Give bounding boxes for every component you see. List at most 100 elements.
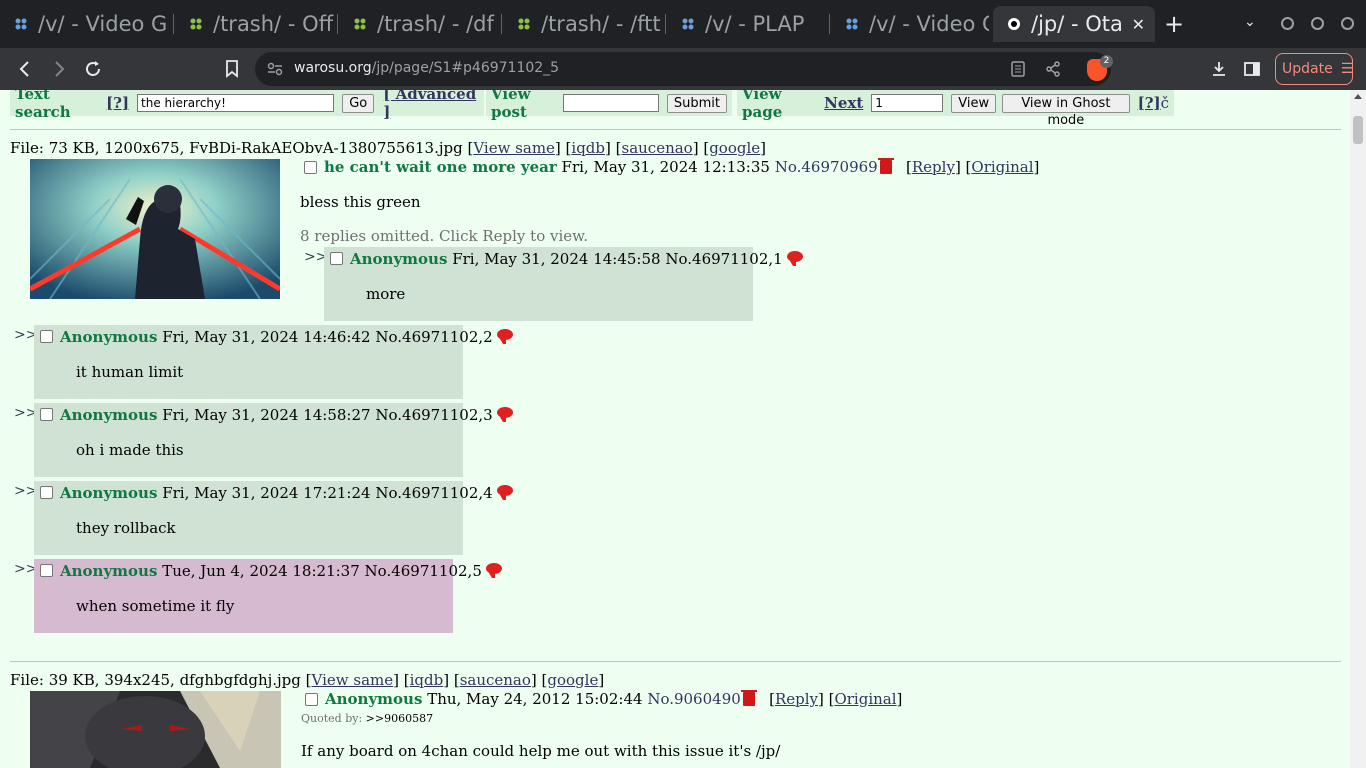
- tab-title: /v/ - PLAP: [705, 12, 805, 36]
- minimize-window-icon[interactable]: [1281, 17, 1294, 30]
- post-body: more: [366, 285, 406, 303]
- ghost-help-link[interactable]: [?]: [1138, 94, 1161, 112]
- tab-6[interactable]: /v/ - Video G: [831, 6, 989, 42]
- close-tab-icon[interactable]: ✕: [1132, 15, 1145, 34]
- jp-favicon-icon: [1008, 18, 1020, 30]
- original-link[interactable]: Original: [971, 158, 1033, 176]
- scroll-thumb[interactable]: [1353, 116, 1363, 144]
- go-button[interactable]: Go: [342, 93, 375, 113]
- poster-name: Anonymous: [60, 328, 158, 346]
- reply-header: Anonymous Tue, Jun 4, 2024 18:21:37 No.4…: [60, 562, 502, 580]
- address-bar[interactable]: warosu.org/jp/page/S1#p46971102_5 2: [255, 52, 1113, 86]
- original-link[interactable]: Original: [834, 690, 896, 708]
- post-checkbox[interactable]: [40, 564, 53, 577]
- reader-mode-icon[interactable]: [1011, 61, 1025, 77]
- page-scrollbar[interactable]: [1350, 90, 1366, 768]
- post-checkbox[interactable]: [40, 330, 53, 343]
- page-number-input[interactable]: [871, 94, 944, 112]
- delete-icon[interactable]: [740, 690, 757, 706]
- update-label: Update: [1282, 61, 1333, 77]
- post-number-link[interactable]: No.46970969: [775, 158, 878, 176]
- post-checkbox[interactable]: [304, 161, 317, 174]
- menu-icon: ☰: [1340, 61, 1354, 77]
- saucenao-link[interactable]: saucenao: [622, 139, 693, 157]
- google-link[interactable]: google: [547, 671, 598, 689]
- tab-4[interactable]: /trash/ - /ftt: [503, 6, 663, 42]
- advanced-search-link[interactable]: [ Advanced ]: [383, 90, 479, 121]
- warosu-favicon-icon: [518, 18, 530, 30]
- tab-5[interactable]: /v/ - PLAP: [667, 6, 827, 42]
- navigation-bar: warosu.org/jp/page/S1#p46971102_5 2 Upda…: [0, 48, 1366, 90]
- reply-bubble-icon[interactable]: [786, 251, 803, 266]
- forward-icon[interactable]: [46, 56, 72, 82]
- text-search-help-link[interactable]: [?]: [106, 94, 129, 112]
- tab-separator: [173, 14, 174, 34]
- tab-2[interactable]: /trash/ - Off: [175, 6, 335, 42]
- poster-name: Anonymous: [60, 484, 158, 502]
- quoted-by-link[interactable]: >>9060587: [366, 712, 433, 725]
- post-date: Thu, May 24, 2012 15:02:44: [427, 690, 643, 708]
- reply-header: Anonymous Fri, May 31, 2024 14:45:58 No.…: [350, 250, 803, 268]
- post-number[interactable]: No.46971102,5: [365, 562, 482, 580]
- tab-separator: [501, 14, 502, 34]
- tab-separator: [337, 14, 338, 34]
- url-host: warosu.org: [294, 60, 372, 76]
- post-checkbox[interactable]: [305, 693, 318, 706]
- view-post-input[interactable]: [562, 94, 659, 112]
- reload-icon[interactable]: [80, 56, 106, 82]
- ghost-mode-button[interactable]: View in Ghost mode: [1002, 93, 1130, 128]
- new-tab-button[interactable]: +: [1164, 10, 1184, 38]
- reply-bubble-icon[interactable]: [485, 563, 502, 578]
- sidebar-toggle-icon[interactable]: [1239, 56, 1265, 82]
- poster-name: Anonymous: [325, 690, 423, 708]
- view-same-link[interactable]: View same: [473, 139, 555, 157]
- saucenao-link[interactable]: saucenao: [460, 671, 531, 689]
- google-link[interactable]: google: [709, 139, 760, 157]
- close-window-icon[interactable]: [1341, 17, 1354, 30]
- view-post-box: View post Submit: [486, 90, 732, 121]
- post-body: If any board on 4chan could help me out …: [301, 742, 781, 760]
- post-number[interactable]: No.46971102,2: [375, 328, 492, 346]
- maximize-window-icon[interactable]: [1311, 17, 1324, 30]
- text-search-label: Text search: [15, 90, 71, 121]
- iqdb-link[interactable]: iqdb: [410, 671, 444, 689]
- post-number[interactable]: No.46971102,4: [375, 484, 492, 502]
- post-date: Fri, May 31, 2024 14:46:42: [162, 328, 371, 346]
- iqdb-link[interactable]: iqdb: [571, 139, 605, 157]
- post-number[interactable]: No.46971102,1: [665, 250, 782, 268]
- post-body: they rollback: [76, 519, 176, 537]
- reply-link[interactable]: Reply: [775, 690, 818, 708]
- reply-post: Anonymous Fri, May 31, 2024 14:45:58 No.…: [324, 247, 803, 321]
- warosu-favicon-icon: [190, 18, 202, 30]
- tab-3[interactable]: /trash/ - /df: [339, 6, 499, 42]
- tab-1[interactable]: /v/ - Video G: [0, 6, 170, 42]
- reply-bubble-icon[interactable]: [496, 329, 513, 344]
- delete-icon[interactable]: [877, 158, 894, 174]
- post-checkbox[interactable]: [40, 408, 53, 421]
- post-number-link[interactable]: No.9060490: [647, 690, 740, 708]
- tab-active[interactable]: /jp/ - Ota ✕: [993, 6, 1155, 42]
- next-page-link[interactable]: Next: [824, 94, 863, 112]
- text-search-input[interactable]: [137, 94, 335, 112]
- submit-button[interactable]: Submit: [666, 93, 727, 113]
- thread-thumbnail[interactable]: [30, 691, 281, 768]
- site-settings-icon[interactable]: [267, 62, 283, 76]
- reply-bubble-icon[interactable]: [496, 485, 513, 500]
- back-icon[interactable]: [12, 56, 38, 82]
- tab-list-chevron-icon[interactable]: ⌄: [1244, 14, 1256, 30]
- post-number[interactable]: No.46971102,3: [375, 406, 492, 424]
- downloads-icon[interactable]: [1206, 56, 1232, 82]
- scroll-up-arrow-icon[interactable]: [1354, 94, 1362, 99]
- reply-link[interactable]: Reply: [912, 158, 955, 176]
- view-same-link[interactable]: View same: [312, 671, 394, 689]
- post-checkbox[interactable]: [330, 252, 343, 265]
- view-button[interactable]: View: [951, 93, 997, 113]
- post-body: bless this green: [300, 193, 421, 211]
- thread-thumbnail[interactable]: [30, 159, 280, 299]
- op-post-header: he can't wait one more year Fri, May 31,…: [324, 158, 1040, 176]
- post-checkbox[interactable]: [40, 486, 53, 499]
- update-button[interactable]: Update ☰: [1275, 53, 1353, 85]
- share-icon[interactable]: [1045, 61, 1061, 77]
- reply-bubble-icon[interactable]: [496, 407, 513, 422]
- bookmark-icon[interactable]: [219, 56, 245, 82]
